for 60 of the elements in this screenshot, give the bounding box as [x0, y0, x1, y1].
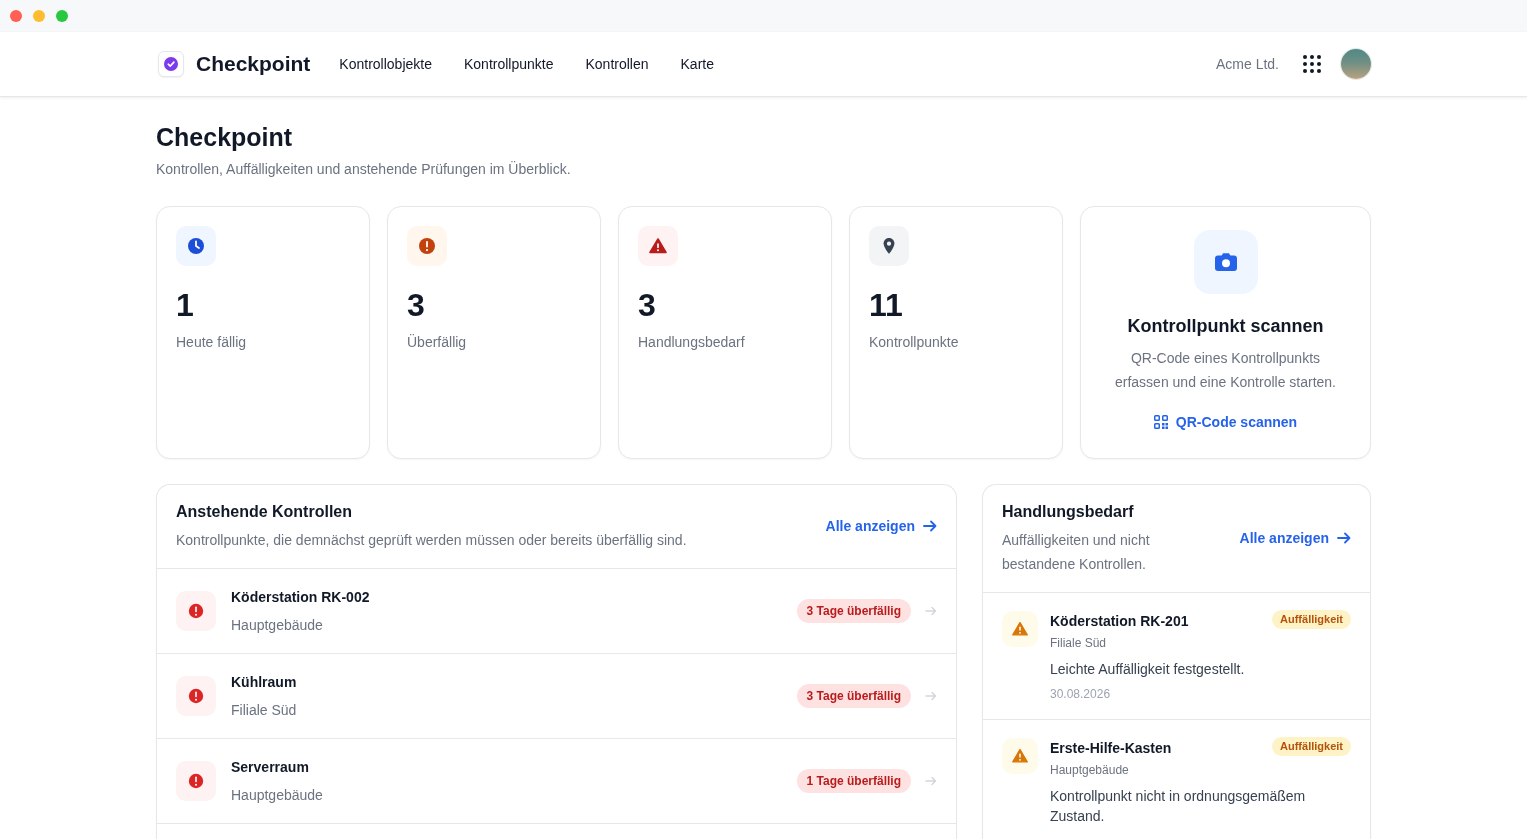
checkpoint-name: Kühlraum: [231, 673, 298, 692]
checkpoint-name: Erste-Hilfe-Kasten: [1050, 739, 1172, 758]
camera-icon: [1193, 230, 1258, 294]
scan-title: Kontrollpunkt scannen: [1127, 315, 1324, 338]
clock-icon: [176, 226, 216, 266]
brand-name[interactable]: Checkpoint: [196, 50, 311, 78]
arrow-right-icon: [925, 606, 937, 616]
issue-badge: Auffälligkeit: [1272, 610, 1351, 629]
checkpoint-location: Hauptgebäude: [231, 616, 324, 635]
page-subtitle: Kontrollen, Auffälligkeiten und anstehende Prüfungen im Überblick.: [156, 160, 572, 179]
overdue-badge: 1 Tage überfällig: [796, 769, 911, 793]
window-close-icon[interactable]: [10, 10, 22, 22]
issue-date: 30.08.2026: [1050, 686, 1112, 702]
checkpoint-name: Köderstation RK-201: [1050, 612, 1189, 631]
show-all-link[interactable]: Alle anzeigen: [1239, 528, 1351, 548]
panel-subtitle: Kontrollpunkte, die demnächst geprüft werden müssen oder bereits überfällig sind.: [176, 531, 688, 550]
panel-subtitle: Auffälligkeiten und nicht bestandene Kontrollen.: [1002, 531, 1151, 574]
warning-triangle-icon: [1002, 738, 1038, 774]
overdue-badge: 3 Tage überfällig: [796, 599, 911, 623]
issue-badge: Auffälligkeit: [1272, 737, 1351, 756]
checkpoint-location: Hauptgebäude: [231, 786, 324, 805]
stat-value: 11: [869, 286, 904, 325]
checkpoint-name: Serverraum: [231, 758, 310, 777]
checkmark-logo-icon: [158, 51, 184, 77]
overdue-badge: 3 Tage überfällig: [796, 684, 911, 708]
stat-label: Überfällig: [407, 333, 468, 352]
stat-label: Heute fällig: [176, 333, 248, 352]
stat-label: Kontrollpunkte: [869, 333, 960, 352]
qr-code-icon: [1153, 415, 1168, 429]
nav-link[interactable]: Kontrollen: [585, 54, 649, 74]
warning-triangle-icon: [1002, 611, 1038, 647]
checkpoint-location: Filiale Süd: [231, 701, 298, 720]
panel-title: Anstehende Kontrollen: [176, 502, 353, 522]
nav-link[interactable]: Kontrollobjekte: [339, 54, 432, 74]
stat-value: 3: [638, 286, 657, 325]
window-zoom-icon[interactable]: [56, 10, 68, 22]
nav-link[interactable]: Kontrollpunkte: [463, 54, 554, 74]
arrow-right-icon: [925, 776, 937, 786]
arrow-right-icon: [1337, 532, 1351, 544]
nav-link[interactable]: Karte: [680, 54, 714, 74]
scan-qr-link[interactable]: QR-Code scannen: [1153, 412, 1298, 432]
arrow-right-icon: [925, 691, 937, 701]
stat-value: 3: [407, 286, 426, 325]
issue-description: Kontrollpunkt nicht in ordnungsgemäßem Zustand.: [1050, 787, 1307, 826]
stat-label: Handlungsbedarf: [638, 333, 746, 352]
organization-name: Acme Ltd.: [1215, 55, 1279, 74]
dot-grid-icon[interactable]: [1303, 55, 1321, 73]
map-pin-icon: [869, 226, 909, 266]
panel-title: Handlungsbedarf: [1002, 502, 1135, 522]
window-minimize-icon[interactable]: [33, 10, 45, 22]
checkpoint-location: Hauptgebäude: [1050, 762, 1130, 778]
stat-value: 1: [176, 286, 195, 325]
page-title: Checkpoint: [156, 122, 294, 153]
show-all-link[interactable]: Alle anzeigen: [825, 516, 937, 536]
checkpoint-location: Filiale Süd: [1050, 635, 1108, 651]
user-avatar[interactable]: [1341, 49, 1371, 79]
issue-description: Leichte Auffälligkeit festgestellt.: [1050, 660, 1246, 679]
checkpoint-name: Köderstation RK-002: [231, 588, 371, 607]
arrow-right-icon: [923, 520, 937, 532]
scan-description: QR-Code eines Kontrollpunkts erfassen und eine Kontrolle starten.: [1114, 349, 1337, 392]
